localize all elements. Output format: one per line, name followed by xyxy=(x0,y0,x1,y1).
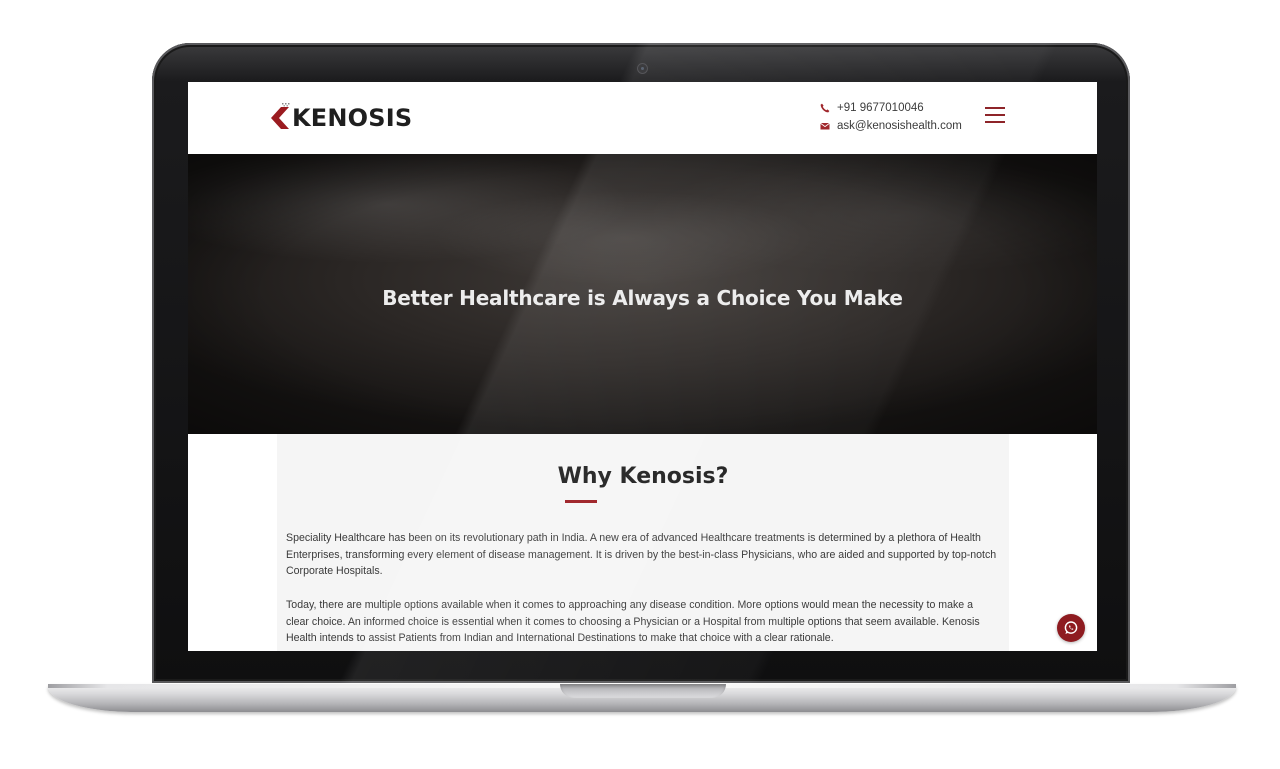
envelope-icon xyxy=(820,122,830,130)
hero-banner: Better Healthcare is Always a Choice You… xyxy=(188,154,1097,434)
title-underline xyxy=(565,500,597,503)
laptop-camera xyxy=(637,63,648,74)
kenosis-chevron-logo-icon xyxy=(271,103,290,129)
laptop-opening-notch xyxy=(560,684,726,698)
whatsapp-button[interactable] xyxy=(1057,614,1085,642)
laptop-screen: KENOSIS +91 9677010046 ask@kenosishealth… xyxy=(188,82,1097,651)
choice-paragraph: Today, there are multiple options availa… xyxy=(286,599,980,644)
intro-paragraph: Speciality Healthcare has been on its re… xyxy=(286,532,997,577)
contact-info: +91 9677010046 ask@kenosishealth.com xyxy=(820,99,962,135)
why-kenosis-section: Why Kenosis? Speciality Healthcare has b… xyxy=(277,434,1009,651)
phone-number: +91 9677010046 xyxy=(837,102,924,114)
email-row[interactable]: ask@kenosishealth.com xyxy=(820,117,962,135)
email-address: ask@kenosishealth.com xyxy=(837,120,962,132)
site-header: KENOSIS +91 9677010046 ask@kenosishealth… xyxy=(188,82,1097,154)
phone-row[interactable]: +91 9677010046 xyxy=(820,99,962,117)
logo[interactable]: KENOSIS xyxy=(270,101,412,135)
phone-icon xyxy=(820,103,830,113)
logo-text: KENOSIS xyxy=(292,104,413,132)
whatsapp-icon xyxy=(1064,621,1078,634)
hero-title: Better Healthcare is Always a Choice You… xyxy=(382,286,903,310)
hamburger-menu-icon[interactable] xyxy=(985,107,1005,127)
section-title: Why Kenosis? xyxy=(557,464,729,489)
